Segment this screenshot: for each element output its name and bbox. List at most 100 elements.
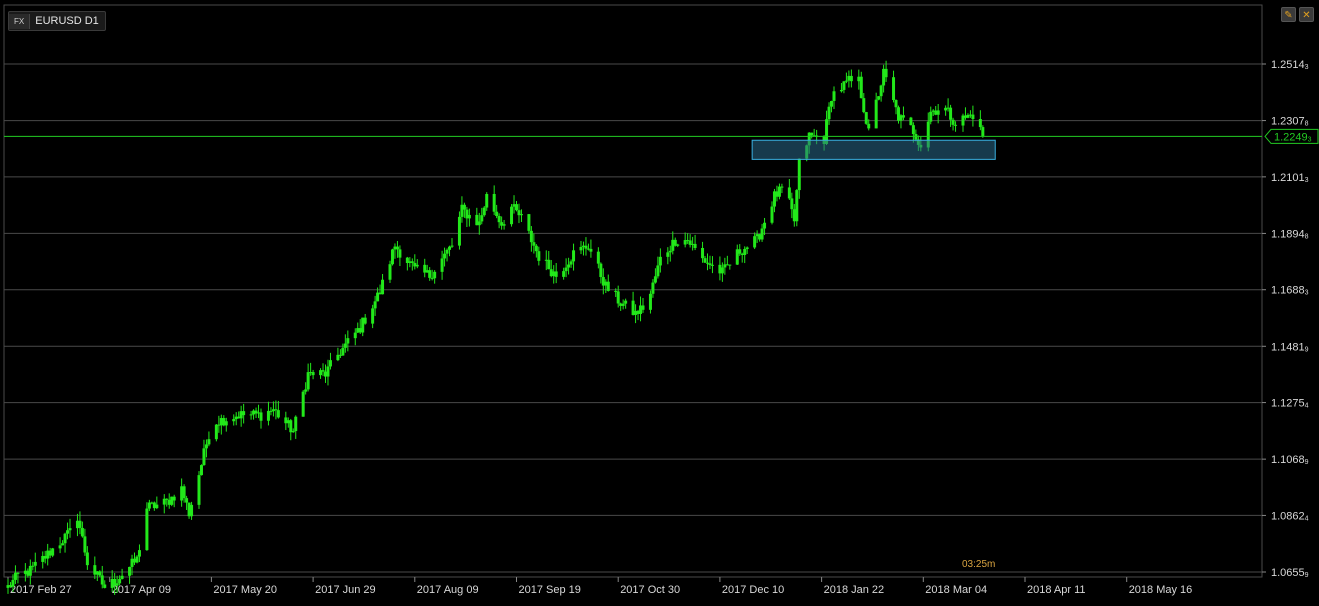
candle-body [480,215,484,222]
candle-body [842,81,846,90]
candle-body [249,414,253,416]
candle-body [492,193,496,212]
candle-body [120,575,124,579]
candle-body [135,556,139,563]
candle-body [753,236,757,248]
time-tick-label: 2017 May 20 [213,584,277,596]
candle-body [137,550,141,557]
symbol-label: EURUSD D1 [35,15,99,27]
candle-body [567,264,571,268]
candle-body [676,244,680,246]
candle-body [100,575,104,585]
candle-body [770,206,774,223]
support-zone[interactable] [751,139,996,160]
candle-body [58,545,62,549]
candle-body [894,100,898,108]
candle-body [155,504,159,509]
candle-body [562,271,566,277]
candle-body [482,207,486,216]
candle-body [795,190,799,222]
candle-body [118,578,122,584]
candle-body [68,528,72,531]
candle-body [693,243,697,248]
candle-body [892,77,896,101]
candle-body [80,527,84,537]
candle-body [515,204,518,211]
candle-body [259,412,263,421]
candle-body [827,106,831,120]
chart-area[interactable]: 1.25143 1.23078 1.21013 1.18948 1.16883 1.148… [0,0,1319,601]
candle-body [547,259,551,270]
candle-body [810,132,814,136]
symbol-box[interactable]: FX EURUSD D1 [8,11,106,31]
time-tick-label: 2018 May 16 [1129,584,1193,596]
candle-body [911,125,915,135]
candle-body [410,261,414,263]
time-tick-label: 2017 Sep 19 [519,584,581,596]
candle-body [301,391,305,417]
price-tick-subdigit: 3 [1305,290,1309,297]
candle-body [197,475,201,505]
candle-body [728,264,732,266]
candle-body [128,566,132,576]
time-tick-label: 2017 Aug 09 [417,584,479,596]
candle-body [951,119,955,125]
candle-body [145,508,149,551]
candle-body [599,263,603,278]
close-button[interactable]: ✕ [1299,7,1314,22]
candle-body [28,565,32,576]
candle-body [311,372,315,376]
candle-body [954,124,958,126]
time-axis: 2017 Feb 27 2017 Apr 09 2017 May 20 2017 Ju… [7,577,1193,596]
edit-button[interactable]: ✎ [1281,7,1296,22]
candle-body [395,246,399,250]
candle-body [862,98,866,113]
candle-body [763,222,767,229]
time-tick-label: 2018 Mar 04 [925,584,987,596]
price-tick-label: 1.10689 [1271,454,1309,466]
candle-body [103,584,107,588]
candle-body [653,276,657,283]
candle-body [443,253,447,259]
candle-body [199,465,203,476]
candle-body [572,250,576,262]
candle-body [346,338,350,344]
candle-body [232,419,236,422]
candle-body [527,214,531,231]
price-tick-subdigit: 9 [1305,346,1309,353]
price-tick-subdigit: 8 [1305,121,1309,128]
grid-lines [4,63,1262,573]
candle-body [978,119,982,128]
candle-body [656,265,660,277]
candle-body [502,224,506,226]
candle-body [859,76,863,99]
time-tick-label: 2017 Apr 09 [112,584,171,596]
candle-body [98,571,102,576]
candle-body [584,245,588,249]
current-price-label: 1.22493 [1274,131,1312,143]
candle-body [11,579,15,587]
time-tick-label: 2017 Jun 29 [315,584,376,596]
price-tick-subdigit: 3 [1305,64,1309,71]
candle-body [343,343,347,348]
candle-body [289,420,293,433]
candle-body [172,496,176,501]
candle-body [658,256,662,266]
candle-body [202,448,206,466]
candle-body [710,264,714,266]
candle-body [797,158,801,191]
candle-body [743,248,747,255]
price-chart[interactable]: 1.25143 1.23078 1.21013 1.18948 1.16883 1.148… [0,0,1319,601]
candle-body [596,251,600,264]
candle-body [760,228,764,240]
time-tick-label: 2017 Dec 10 [722,584,784,596]
fx-badge: FX [9,13,31,29]
candle-body [909,117,913,126]
overlay: 1.22493 [4,128,1319,160]
candle-body [708,263,712,266]
candle-body [621,303,625,306]
candle-body [532,242,536,246]
candle-body [981,127,985,137]
candle-body [738,249,742,254]
candle-body [450,245,454,247]
